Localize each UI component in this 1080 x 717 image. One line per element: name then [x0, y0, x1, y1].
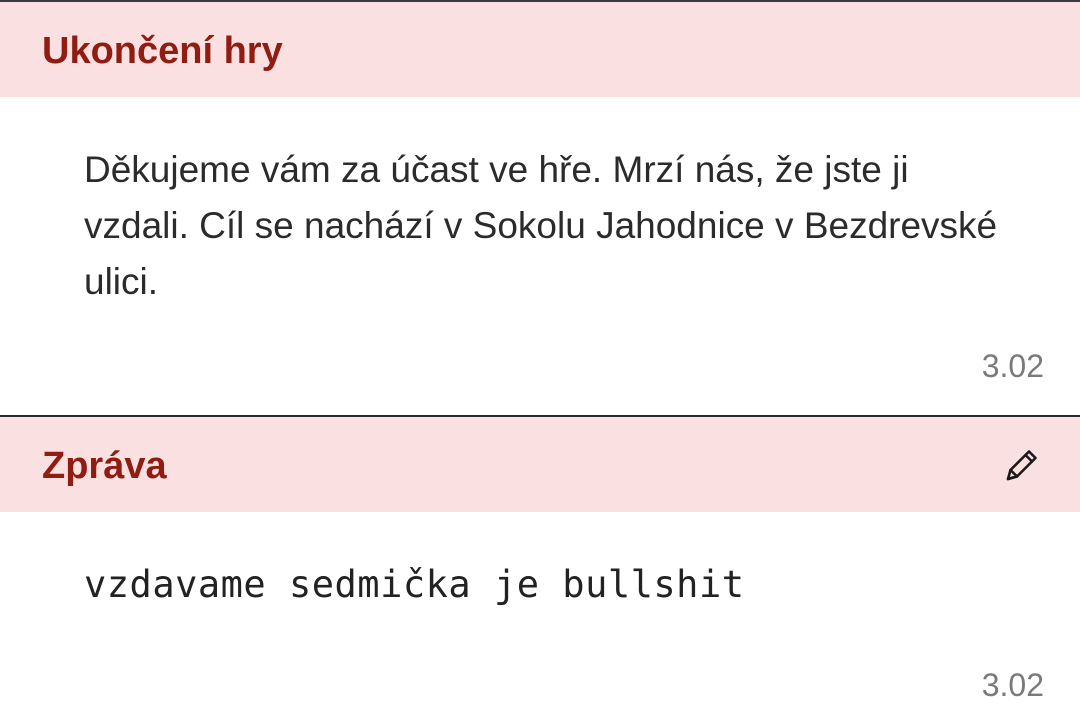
timestamp: 3.02: [981, 667, 1044, 703]
timestamp: 3.02: [981, 348, 1044, 384]
message-text: Děkujeme vám za účast ve hře. Mrzí nás, …: [84, 149, 998, 302]
edit-button[interactable]: [1000, 443, 1044, 487]
card-title: Ukončení hry: [42, 30, 283, 72]
card-header: Zpráva: [0, 417, 1080, 512]
card-title: Zpráva: [42, 445, 167, 487]
message-card: Ukončení hry Děkujeme vám za účast ve hř…: [0, 0, 1080, 415]
message-text: vzdavame sedmička je bullshit: [84, 563, 745, 606]
card-header: Ukončení hry: [0, 2, 1080, 97]
pencil-icon: [1006, 450, 1037, 481]
message-card: Zpráva vzdavame sedmička je bullshit 3.0…: [0, 415, 1080, 717]
